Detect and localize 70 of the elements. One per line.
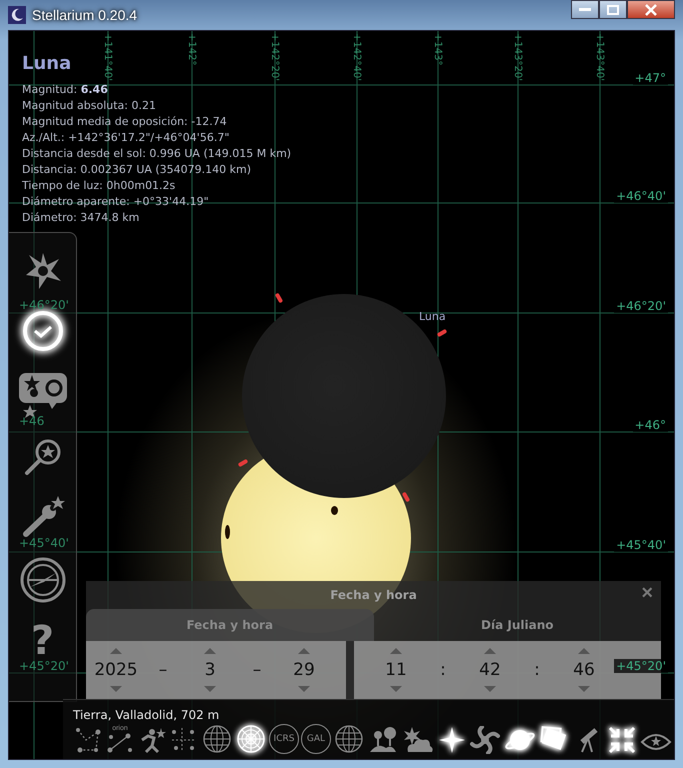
info-line: Distancia desde el sol: 0.996 UA (149.015 M km) xyxy=(22,146,292,162)
selection-marker xyxy=(402,492,410,502)
location-text: Tierra, Valladolid, 702 m xyxy=(73,708,220,722)
wrench-icon[interactable] xyxy=(20,495,64,539)
separator: : xyxy=(533,660,541,680)
compass-dial-icon[interactable] xyxy=(20,557,66,603)
globe-grid-icon[interactable] xyxy=(201,724,233,754)
polar-grid-icon[interactable] xyxy=(235,724,267,754)
info-line: Magnitud: 6.46 xyxy=(22,82,108,98)
spin-value[interactable]: 2025 xyxy=(94,660,138,680)
info-line: Tiempo de luz: 0h00m01.2s xyxy=(22,178,176,194)
selection-marker xyxy=(238,458,248,468)
dialog-title: Fecha y hora xyxy=(330,588,417,602)
tab[interactable]: Día Juliano xyxy=(374,609,661,641)
altitude-label: +46 xyxy=(19,414,44,428)
azimuth-label: +143°40' xyxy=(594,33,605,81)
spin-value[interactable]: 46 xyxy=(573,660,595,680)
info-line: Magnitud absoluta: 0.21 xyxy=(22,98,156,114)
altitude-label: +46°20' xyxy=(614,299,668,313)
maximize-icon xyxy=(607,4,619,14)
spin-value[interactable]: 42 xyxy=(479,660,501,680)
info-line: Diámetro aparente: +0°33'44.19" xyxy=(22,194,209,210)
altitude-label: +45°40' xyxy=(614,538,668,552)
separator: : xyxy=(439,660,447,680)
search-icon[interactable] xyxy=(22,437,62,477)
altitude-label: +46°20' xyxy=(19,298,69,312)
separator: – xyxy=(252,660,262,680)
azimuth-label: +143°20' xyxy=(512,33,523,81)
fullscreen-icon[interactable] xyxy=(607,726,637,754)
star-icon[interactable] xyxy=(437,726,467,754)
azimuth-label: +142°20' xyxy=(269,33,280,81)
spin-value[interactable]: 3 xyxy=(204,660,216,680)
grid-toggle-button[interactable]: GAL xyxy=(301,724,331,754)
window-title: Stellarium 0.20.4 xyxy=(32,7,138,23)
minimize-button[interactable] xyxy=(571,0,599,19)
azimuth-label: +142° xyxy=(186,33,197,66)
separator: – xyxy=(158,660,168,680)
close-button[interactable] xyxy=(627,0,675,19)
info-line: Magnitud media de oposición: -12.74 xyxy=(22,114,227,130)
help-button[interactable]: ? xyxy=(30,621,54,661)
altitude-label: +46°40' xyxy=(614,189,668,203)
azimuth-label: +141°40' xyxy=(102,33,113,81)
azimuth-label: +142°40' xyxy=(351,33,362,81)
altitude-label: +45°20' xyxy=(614,659,668,673)
selection-marker xyxy=(436,328,448,338)
spin-value[interactable]: 29 xyxy=(293,660,315,680)
spiral-galaxy-icon[interactable] xyxy=(469,726,501,754)
minimize-icon xyxy=(579,8,591,12)
constellation-lines-icon[interactable] xyxy=(73,726,103,754)
globe-grid-icon[interactable] xyxy=(333,724,365,754)
object-name: Luna xyxy=(22,53,72,74)
altitude-label: +45°40' xyxy=(19,536,69,550)
grid-toggle-button[interactable]: ICRS xyxy=(269,724,299,754)
info-line: Distancia: 0.002367 UA (354079.140 km) xyxy=(22,162,252,178)
cloud-icon[interactable] xyxy=(401,726,435,754)
app-icon xyxy=(8,6,26,24)
altitude-label: +46° xyxy=(632,418,668,432)
tab[interactable]: Fecha y hora xyxy=(86,609,374,641)
landscape-icon[interactable] xyxy=(367,726,399,754)
maximize-button[interactable] xyxy=(599,0,627,19)
close-icon xyxy=(645,4,657,16)
azimuth-label: +143° xyxy=(432,33,443,66)
altitude-label: +45°20' xyxy=(19,659,69,673)
object-label: Luna xyxy=(419,310,446,323)
close-button[interactable]: × xyxy=(637,583,657,603)
info-line: Az./Alt.: +142°36'17.2"/+46°04'56.7" xyxy=(22,130,230,146)
spin-value[interactable]: 11 xyxy=(385,660,407,680)
info-line: Diámetro: 3474.8 km xyxy=(22,210,140,226)
clock-icon[interactable] xyxy=(20,309,64,353)
altitude-label: +47° xyxy=(632,71,668,85)
